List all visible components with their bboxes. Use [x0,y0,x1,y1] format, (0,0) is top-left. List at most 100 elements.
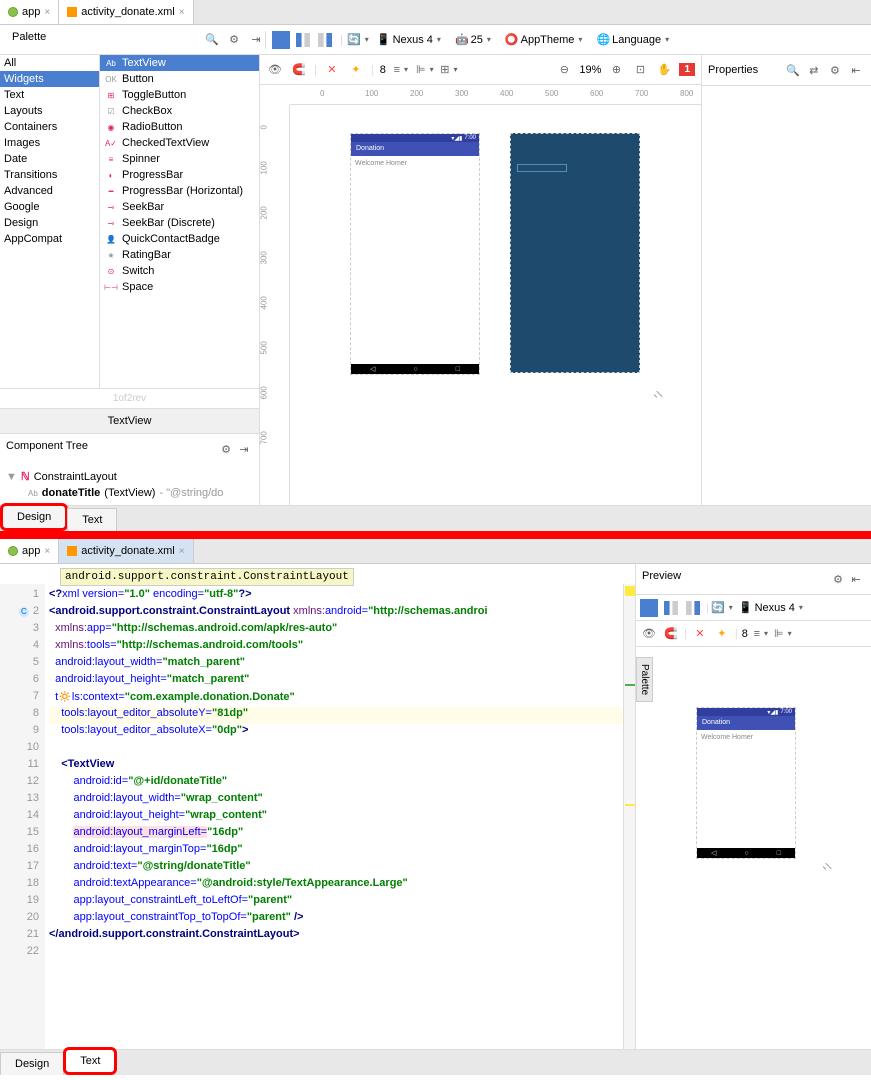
category-transitions[interactable]: Transitions [0,167,99,183]
mode2-icon[interactable] [662,599,680,617]
close-icon[interactable]: × [44,546,50,557]
gear-icon[interactable]: ⚙ [826,61,844,79]
design-blueprint-icon[interactable] [294,31,312,49]
collapse-icon[interactable]: ⇤ [847,61,865,79]
category-design[interactable]: Design [0,215,99,231]
widget-progressbarhorizontal[interactable]: ━ ProgressBar (Horizontal) [100,183,259,199]
design-canvas[interactable]: 0100200300400500600700800900 01002003004… [260,85,701,505]
language-dropdown[interactable]: 🌐 Language [592,31,673,48]
widget-ratingbar[interactable]: ★ RatingBar [100,247,259,263]
tab-text[interactable]: Text [63,1047,117,1075]
search-icon[interactable]: 🔍 [203,31,221,49]
infer-constraints-icon[interactable]: ✦ [347,61,365,79]
infer-icon[interactable]: ✦ [713,625,731,643]
widget-spinner[interactable]: ≡ Spinner [100,151,259,167]
preview-canvas[interactable]: Palette ▾◢▮ 7:00 Donation Welcome Homer … [636,647,871,1049]
close-icon[interactable]: × [44,7,50,18]
api-dropdown[interactable]: 🤖 25 [451,31,495,48]
widget-radiobutton[interactable]: ◉ RadioButton [100,119,259,135]
blueprint-mode-icon[interactable] [272,31,290,49]
collapse-icon[interactable]: ⇥ [247,31,265,49]
search-icon[interactable]: 🔍 [784,61,802,79]
swap-icon[interactable]: ⇄ [805,61,823,79]
widget-textview[interactable]: Ab TextView [100,55,259,71]
clear-constraints-icon[interactable]: ✕ [323,61,341,79]
device-dropdown[interactable]: 📱 Nexus 4 [735,599,807,616]
zoom-in-icon[interactable]: ⊕ [607,61,625,79]
widget-button[interactable]: OK Button [100,71,259,87]
tab-app[interactable]: app × [0,0,59,24]
mode-icon[interactable] [640,599,658,617]
zoom-level: 19% [579,64,601,76]
eye-icon[interactable]: 👁 [640,625,658,643]
split-icon[interactable] [316,31,334,49]
collapse-icon[interactable]: ⇥ [235,440,253,458]
orientation-dropdown[interactable]: 🔄 [349,31,367,49]
category-widgets[interactable]: Widgets [0,71,99,87]
d2-icon[interactable]: ⊫ [774,625,792,643]
tree-child[interactable]: Ab donateTitle (TextView) - "@string/do [6,485,253,501]
gear-icon[interactable]: ⚙ [829,570,847,588]
widget-icon: ☑ [104,105,118,117]
orientation-dropdown[interactable]: 🔄 [713,599,731,617]
tab-app[interactable]: app × [0,539,59,563]
close-icon[interactable]: × [179,546,185,557]
category-layouts[interactable]: Layouts [0,103,99,119]
tab-design[interactable]: Design [0,503,68,531]
palette-side-tab[interactable]: Palette [636,657,653,702]
tab-design[interactable]: Design [0,1052,64,1075]
preview-device[interactable]: ▾◢▮ 7:00 Donation Welcome Homer ◁○□ [696,707,796,859]
magnet-icon[interactable]: 🧲 [662,625,680,643]
align-dropdown[interactable]: ⊫ [416,61,434,79]
category-containers[interactable]: Containers [0,119,99,135]
close-icon[interactable]: × [179,7,185,18]
margin-value[interactable]: 8 [380,64,386,76]
resize-handle[interactable] [819,857,831,869]
category-appcompat[interactable]: AppCompat [0,231,99,247]
code-content[interactable]: <?xml version="1.0" encoding="utf-8"?><a… [45,584,623,1049]
category-text[interactable]: Text [0,87,99,103]
widget-seekbar[interactable]: ⊸ SeekBar [100,199,259,215]
blueprint-view[interactable] [510,133,640,373]
magnet-icon[interactable]: 🧲 [290,61,308,79]
widget-quickcontactbadge[interactable]: 👤 QuickContactBadge [100,231,259,247]
mode3-icon[interactable] [684,599,702,617]
blueprint-textview[interactable] [517,164,567,172]
category-advanced[interactable]: Advanced [0,183,99,199]
margin-dropdown[interactable]: ≡ [392,61,410,79]
tab-activity[interactable]: activity_donate.xml × [59,539,193,563]
gear-icon[interactable]: ⚙ [217,440,235,458]
warning-marker[interactable] [625,586,635,596]
category-images[interactable]: Images [0,135,99,151]
device-dropdown[interactable]: 📱 Nexus 4 [373,31,445,48]
error-badge[interactable]: 1 [679,63,695,76]
preview-toolbar2: 👁 🧲 | ✕ ✦ | 8 ≡ ⊫ [636,621,871,647]
widget-checkedtextview[interactable]: A✓ CheckedTextView [100,135,259,151]
collapse-icon[interactable]: ⇤ [847,570,865,588]
widget-space[interactable]: ⊢⊣ Space [100,279,259,295]
widget-seekbardiscrete[interactable]: ⊸ SeekBar (Discrete) [100,215,259,231]
tab-text[interactable]: Text [67,508,117,531]
zoom-fit-icon[interactable]: ⊡ [631,61,649,79]
d1-icon[interactable]: ≡ [752,625,770,643]
widget-togglebutton[interactable]: ⊞ ToggleButton [100,87,259,103]
theme-dropdown[interactable]: ⭕ AppTheme [501,31,587,48]
category-all[interactable]: All [0,55,99,71]
tab-activity[interactable]: activity_donate.xml × [59,0,193,24]
code-editor[interactable]: 1C2345678910111213141516171819202122 <?x… [0,584,635,1049]
widget-switch[interactable]: ⊙ Switch [100,263,259,279]
pack-dropdown[interactable]: ⊞ [440,61,458,79]
pan-icon[interactable]: ✋ [655,61,673,79]
tree-root[interactable]: ▼ ℕ ConstraintLayout [6,468,253,485]
eye-icon[interactable]: 👁 [266,61,284,79]
clear-icon[interactable]: ✕ [691,625,709,643]
zoom-out-icon[interactable]: ⊖ [555,61,573,79]
widget-progressbar[interactable]: ◐ ProgressBar [100,167,259,183]
category-date[interactable]: Date [0,151,99,167]
margin-value[interactable]: 8 [742,628,748,640]
resize-handle[interactable] [650,385,662,397]
gear-icon[interactable]: ⚙ [225,31,243,49]
category-google[interactable]: Google [0,199,99,215]
device-preview[interactable]: ▾◢▮ 7:00 Donation Welcome Homer ◁○□ [350,133,480,375]
widget-checkbox[interactable]: ☑ CheckBox [100,103,259,119]
